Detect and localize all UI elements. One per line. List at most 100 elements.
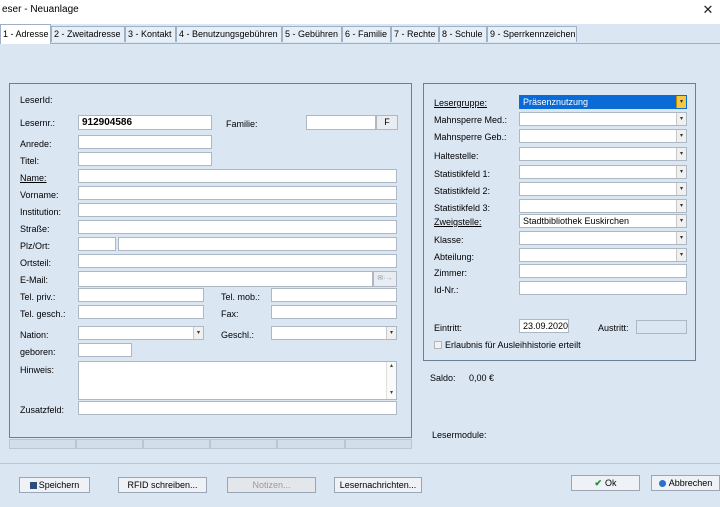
geschl-select[interactable]: ▾ — [271, 326, 397, 340]
chevron-down-icon: ▾ — [676, 183, 686, 195]
anrede-label: Anrede: — [20, 139, 52, 149]
familie-field[interactable] — [306, 115, 376, 130]
cancel-icon — [658, 480, 666, 487]
erlaubnis-checkbox[interactable] — [434, 341, 442, 349]
eintritt-field[interactable]: 23.09.2020 — [519, 319, 569, 333]
abteilung-label: Abteilung: — [434, 252, 475, 262]
plz-field[interactable] — [78, 237, 116, 251]
statistik2-label: Statistikfeld 2: — [434, 186, 491, 196]
ort-field[interactable] — [118, 237, 397, 251]
lesernr-label: Lesernr.: — [20, 118, 56, 128]
tab-sperrkennzeichen[interactable]: 9 - Sperrkennzeichen — [487, 26, 577, 42]
status-cell — [9, 439, 76, 449]
tab-gebuehren[interactable]: 5 - Gebühren — [282, 26, 342, 42]
email-field[interactable] — [78, 271, 373, 287]
name-field[interactable] — [78, 169, 397, 183]
ortsteil-label: Ortsteil: — [20, 258, 52, 268]
email-label: E-Mail: — [20, 275, 49, 285]
zusatzfeld-field[interactable] — [78, 401, 397, 415]
klasse-select[interactable]: ▾ — [519, 231, 687, 245]
check-icon: ✔ — [594, 478, 603, 488]
nation-select[interactable]: ▾ — [78, 326, 204, 340]
strasse-field[interactable] — [78, 220, 397, 234]
tab-zweitadresse[interactable]: 2 - Zweitadresse — [51, 26, 125, 42]
ortsteil-field[interactable] — [78, 254, 397, 268]
telpriv-label: Tel. priv.: — [20, 292, 56, 302]
tab-schule[interactable]: 8 - Schule — [439, 26, 487, 42]
haltestelle-label: Haltestelle: — [434, 151, 479, 161]
titel-label: Titel: — [20, 156, 40, 166]
zimmer-field[interactable] — [519, 264, 687, 278]
institution-field[interactable] — [78, 203, 397, 217]
lesermodule-label: Lesermodule: — [432, 430, 487, 440]
mahnsperre-geb-select[interactable]: ▾ — [519, 129, 687, 143]
save-button-label: Speichern — [38, 480, 80, 490]
status-cell — [345, 439, 412, 449]
tab-rechte[interactable]: 7 - Rechte — [391, 26, 439, 42]
telgesch-field[interactable] — [78, 305, 204, 319]
messages-button[interactable]: Lesernachrichten... — [334, 477, 422, 493]
tab-adresse[interactable]: 1 - Adresse — [0, 24, 51, 44]
zweigstelle-value: Stadtbibliothek Euskirchen — [523, 216, 630, 226]
zweigstelle-select[interactable]: Stadtbibliothek Euskirchen ▾ — [519, 214, 687, 228]
mahnsperre-med-select[interactable]: ▾ — [519, 112, 687, 126]
statistik1-select[interactable]: ▾ — [519, 165, 687, 179]
chevron-down-icon: ▾ — [676, 200, 686, 212]
telpriv-field[interactable] — [78, 288, 204, 302]
lesergruppe-select[interactable]: Präsenznutzung ▾ — [519, 95, 687, 109]
plzort-label: Plz/Ort: — [20, 241, 51, 251]
notes-button[interactable]: Notizen... — [227, 477, 316, 493]
lesergruppe-value: Präsenznutzung — [523, 97, 589, 107]
tab-kontakt[interactable]: 3 - Kontakt — [125, 26, 176, 42]
fax-field[interactable] — [271, 305, 397, 319]
klasse-label: Klasse: — [434, 235, 464, 245]
strasse-label: Straße: — [20, 224, 50, 234]
lesernr-field[interactable]: 912904586 — [78, 115, 212, 130]
chevron-down-icon: ▾ — [676, 232, 686, 244]
familie-button[interactable]: F — [376, 115, 398, 130]
eintritt-label: Eintritt: — [434, 323, 463, 333]
cancel-button[interactable]: Abbrechen — [651, 475, 720, 491]
telmob-field[interactable] — [271, 288, 397, 302]
chevron-down-icon: ▾ — [676, 148, 686, 160]
tab-benutzungsgebuehren[interactable]: 4 - Benutzungsgebühren — [176, 26, 282, 42]
anrede-field[interactable] — [78, 135, 212, 149]
idnr-label: Id-Nr.: — [434, 285, 459, 295]
hinweis-label: Hinweis: — [20, 365, 55, 375]
hinweis-scrollbar[interactable]: ▴ ▾ — [386, 362, 396, 399]
nation-label: Nation: — [20, 330, 49, 340]
abteilung-select[interactable]: ▾ — [519, 248, 687, 262]
chevron-down-icon: ▾ — [676, 96, 686, 108]
idnr-field[interactable] — [519, 281, 687, 295]
hinweis-textarea[interactable]: ▴ ▾ — [78, 361, 397, 400]
email-send-icon[interactable]: ✉·→ — [373, 271, 397, 287]
titel-field[interactable] — [78, 152, 212, 166]
tab-familie[interactable]: 6 - Familie — [342, 26, 391, 42]
chevron-down-icon: ▾ — [676, 166, 686, 178]
statistik3-select[interactable]: ▾ — [519, 199, 687, 213]
chevron-down-icon: ▾ — [676, 113, 686, 125]
save-icon — [29, 482, 37, 489]
status-cell — [143, 439, 210, 449]
title-bar: eser - Neuanlage ✕ — [0, 0, 720, 24]
save-button[interactable]: Speichern — [19, 477, 90, 493]
cancel-button-label: Abbrechen — [668, 478, 713, 488]
close-icon[interactable]: ✕ — [698, 1, 718, 19]
zusatzfeld-label: Zusatzfeld: — [20, 405, 65, 415]
geboren-field[interactable] — [78, 343, 132, 357]
rfid-button[interactable]: RFID schreiben... — [118, 477, 207, 493]
vorname-field[interactable] — [78, 186, 397, 200]
austritt-field[interactable] — [636, 320, 687, 334]
chevron-down-icon: ▾ — [193, 327, 203, 339]
statistik2-select[interactable]: ▾ — [519, 182, 687, 196]
statistik3-label: Statistikfeld 3: — [434, 203, 491, 213]
haltestelle-select[interactable]: ▾ — [519, 147, 687, 161]
geschl-label: Geschl.: — [221, 330, 255, 340]
mahnsperre-geb-label: Mahnsperre Geb.: — [434, 132, 507, 142]
telmob-label: Tel. mob.: — [221, 292, 261, 302]
erlaubnis-label: Erlaubnis für Ausleihhistorie erteilt — [445, 340, 581, 350]
ok-button[interactable]: ✔ Ok — [571, 475, 640, 491]
window-title: eser - Neuanlage — [2, 4, 79, 15]
saldo-label: Saldo: — [430, 373, 456, 383]
institution-label: Institution: — [20, 207, 62, 217]
